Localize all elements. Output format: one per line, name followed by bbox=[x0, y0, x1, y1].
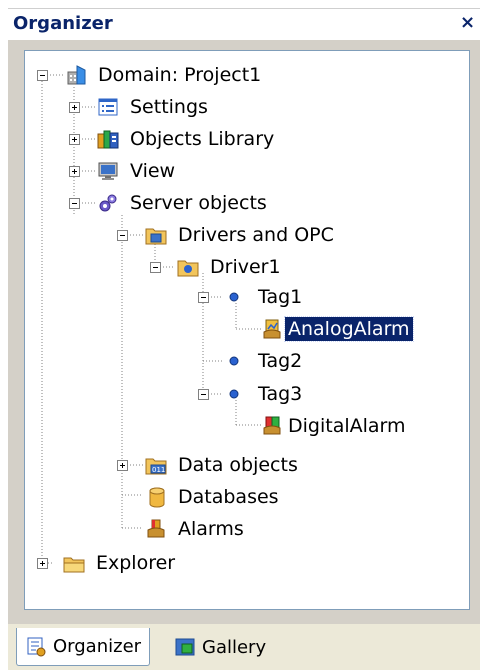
tree-node-explorer[interactable]: Explorer bbox=[63, 548, 178, 578]
tree-node-label: Alarms bbox=[178, 518, 244, 540]
databases-icon bbox=[149, 487, 165, 508]
expand-toggle-objects-library[interactable] bbox=[69, 134, 80, 145]
tree-node-label: Driver1 bbox=[210, 256, 281, 278]
tree-node-label: Server objects bbox=[130, 192, 267, 214]
tree-node-tag1[interactable]: Tag1 bbox=[225, 282, 305, 312]
tag-icon bbox=[229, 389, 239, 399]
tag-icon bbox=[229, 292, 239, 302]
svg-text:011: 011 bbox=[152, 466, 165, 474]
organizer-tree[interactable]: Domain: Project1 Settings Objects Librar… bbox=[24, 50, 470, 610]
tree-node-server-objects[interactable]: Server objects bbox=[97, 188, 270, 218]
tree-node-label: View bbox=[130, 160, 176, 182]
panel-title: Organizer bbox=[13, 13, 113, 34]
tree-node-label: AnalogAlarm bbox=[284, 316, 414, 342]
panel-titlebar: Organizer × bbox=[8, 8, 480, 41]
close-button[interactable]: × bbox=[460, 13, 478, 33]
tree-node-tag2[interactable]: Tag2 bbox=[225, 346, 305, 376]
objects-library-icon bbox=[97, 130, 119, 149]
tree-node-label: Objects Library bbox=[130, 128, 275, 150]
tree-node-digital-alarm[interactable]: DigitalAlarm bbox=[261, 411, 409, 441]
tree-node-databases[interactable]: Databases bbox=[145, 482, 282, 512]
tree-node-domain[interactable]: Domain: Project1 bbox=[65, 60, 264, 90]
tab-gallery[interactable]: Gallery bbox=[166, 628, 274, 666]
collapse-toggle-drivers[interactable] bbox=[117, 230, 128, 241]
tree-node-analog-alarm[interactable]: AnalogAlarm bbox=[261, 314, 414, 344]
explorer-folder-icon bbox=[63, 557, 85, 573]
drivers-folder-icon bbox=[145, 228, 167, 245]
tree-node-label: Tag3 bbox=[258, 383, 303, 405]
driver-icon bbox=[177, 260, 199, 277]
tab-label: Organizer bbox=[53, 636, 142, 657]
organizer-tab-icon bbox=[27, 637, 46, 656]
server-objects-icon bbox=[99, 194, 117, 212]
tree-node-data-objects[interactable]: 011 Data objects bbox=[145, 450, 301, 480]
digital-alarm-icon bbox=[263, 416, 281, 435]
expand-toggle-data-objects[interactable] bbox=[117, 460, 128, 471]
data-objects-icon: 011 bbox=[145, 458, 167, 475]
collapse-toggle-domain[interactable] bbox=[37, 70, 48, 81]
tree-node-label: DigitalAlarm bbox=[288, 415, 406, 437]
tree-node-drivers-and-opc[interactable]: Drivers and OPC bbox=[145, 220, 337, 250]
collapse-toggle-server-objects[interactable] bbox=[69, 198, 80, 209]
settings-icon bbox=[98, 98, 118, 116]
tree-node-label: Databases bbox=[178, 486, 279, 508]
tree-node-label: Settings bbox=[130, 96, 208, 118]
gallery-tab-icon bbox=[175, 638, 195, 656]
collapse-toggle-tag3[interactable] bbox=[198, 389, 209, 400]
tree-node-label: Tag2 bbox=[258, 350, 303, 372]
alarms-icon bbox=[147, 519, 165, 538]
tree-node-alarms[interactable]: Alarms bbox=[145, 514, 247, 544]
tree-node-label: Domain: Project1 bbox=[98, 64, 262, 86]
tree-node-settings[interactable]: Settings bbox=[97, 92, 211, 122]
collapse-toggle-tag1[interactable] bbox=[198, 292, 209, 303]
tree-node-label: Drivers and OPC bbox=[178, 224, 334, 246]
collapse-toggle-driver1[interactable] bbox=[150, 262, 161, 273]
expand-toggle-explorer[interactable] bbox=[37, 558, 48, 569]
expand-toggle-view[interactable] bbox=[69, 166, 80, 177]
analog-alarm-icon bbox=[263, 319, 281, 339]
tab-organizer[interactable]: Organizer bbox=[16, 628, 151, 666]
tree-node-label: Tag1 bbox=[258, 286, 303, 308]
bottom-tab-strip: Organizer Gallery bbox=[8, 624, 480, 670]
tree-node-tag3[interactable]: Tag3 bbox=[225, 379, 305, 409]
tree-node-driver1[interactable]: Driver1 bbox=[177, 252, 284, 282]
tree-node-view[interactable]: View bbox=[97, 156, 178, 186]
tab-label: Gallery bbox=[202, 636, 267, 658]
expand-toggle-settings[interactable] bbox=[69, 102, 80, 113]
tag-icon bbox=[229, 356, 239, 366]
tree-node-label: Data objects bbox=[178, 454, 298, 476]
domain-icon bbox=[67, 65, 86, 85]
tree-node-objects-library[interactable]: Objects Library bbox=[97, 124, 277, 154]
view-icon bbox=[98, 162, 118, 180]
tree-node-label: Explorer bbox=[96, 552, 176, 574]
